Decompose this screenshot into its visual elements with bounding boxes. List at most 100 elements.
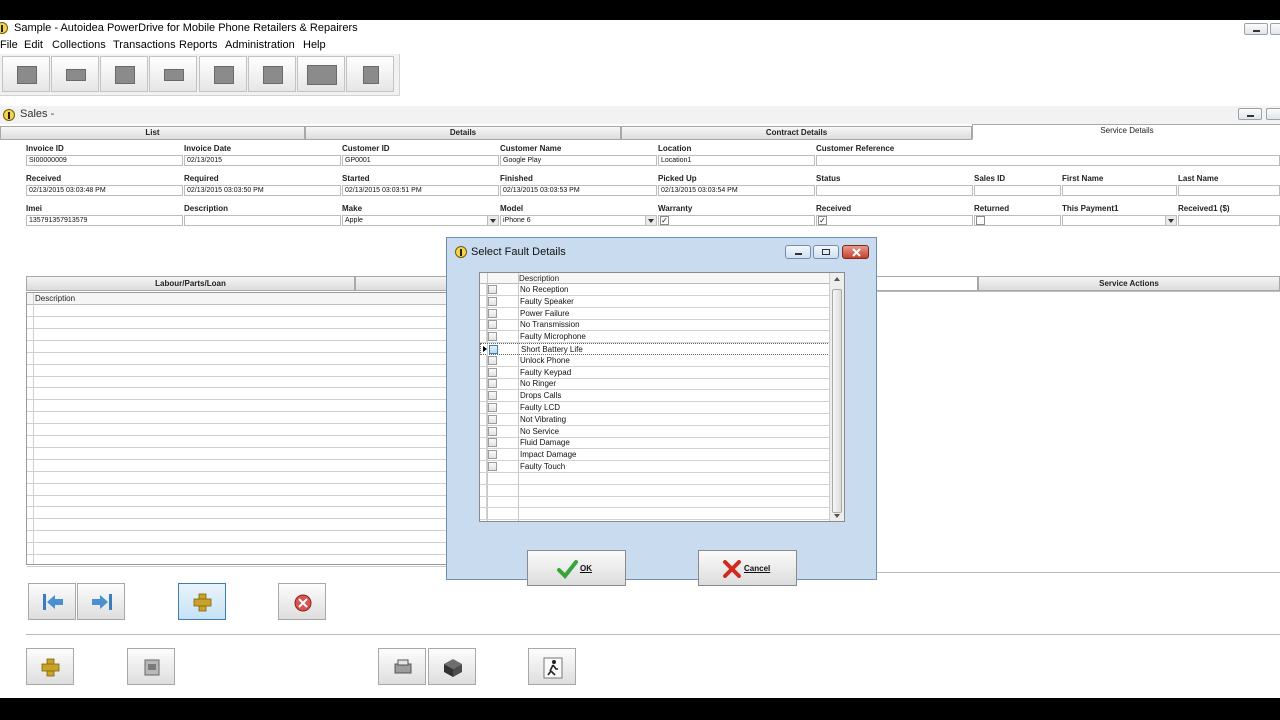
fault-checkbox[interactable] xyxy=(488,285,497,294)
tab-service-actions[interactable]: Service Actions xyxy=(978,276,1280,291)
customer-reference-field[interactable] xyxy=(816,155,1280,166)
picked-up-field[interactable]: 02/13/2015 03:03:54 PM xyxy=(658,185,815,196)
make-dropdown-arrow-icon[interactable] xyxy=(487,216,498,225)
fault-checkbox[interactable] xyxy=(488,296,497,306)
fault-row[interactable]: Faulty Keypad xyxy=(480,366,830,379)
fault-checkbox[interactable] xyxy=(488,379,497,389)
menu-file[interactable]: File xyxy=(0,39,18,51)
tab-service-details[interactable]: Service Details xyxy=(972,124,1280,140)
toolbar-button-6[interactable] xyxy=(248,56,296,92)
fault-row[interactable]: Power Failure xyxy=(480,307,830,320)
sales-restore-button[interactable] xyxy=(1266,108,1280,120)
fault-row[interactable]: Short Battery Life xyxy=(480,343,830,355)
fault-row[interactable]: No Ringer xyxy=(480,378,830,391)
invoice-date-field[interactable]: 02/13/2015 xyxy=(184,155,341,166)
model-dropdown-arrow-icon[interactable] xyxy=(645,216,656,225)
scroll-thumb[interactable] xyxy=(832,289,842,513)
toolbar-button-4[interactable] xyxy=(149,56,197,92)
fault-checkbox[interactable] xyxy=(488,438,497,448)
ok-button[interactable]: OK xyxy=(527,550,626,586)
finished-field[interactable]: 02/13/2015 03:03:53 PM xyxy=(500,185,657,196)
fault-row[interactable]: Not Vibrating xyxy=(480,413,830,426)
required-field[interactable]: 02/13/2015 03:03:50 PM xyxy=(184,185,341,196)
make-dropdown[interactable]: Apple xyxy=(342,215,499,226)
tab-hidden-middle[interactable] xyxy=(355,276,448,291)
toolbar-button-2[interactable] xyxy=(51,56,99,92)
invoice-id-field[interactable]: SI00000009 xyxy=(26,155,183,166)
last-name-field[interactable] xyxy=(1178,185,1280,196)
fault-row[interactable]: Faulty Touch xyxy=(480,461,830,473)
fault-row[interactable]: No Service xyxy=(480,425,830,438)
labour-parts-grid[interactable]: Description xyxy=(26,292,448,567)
scroll-down-arrow-icon[interactable] xyxy=(834,514,840,518)
fault-list[interactable]: Description No Reception Faulty Speaker Po… xyxy=(479,272,845,522)
fault-row[interactable]: No Transmission xyxy=(480,319,830,332)
toolbar-button-8[interactable] xyxy=(346,56,394,92)
fault-checkbox[interactable] xyxy=(489,345,498,354)
exit-button[interactable] xyxy=(528,648,576,685)
sales-id-field[interactable] xyxy=(974,185,1061,196)
fault-row[interactable]: Faulty Microphone xyxy=(480,331,830,344)
print-button[interactable] xyxy=(378,648,426,685)
customer-id-field[interactable]: GP0001 xyxy=(342,155,499,166)
fault-row[interactable]: Fluid Damage xyxy=(480,437,830,450)
new-record-button[interactable] xyxy=(26,648,74,685)
menu-transactions[interactable]: Transactions xyxy=(113,39,176,51)
dialog-maximize-button[interactable] xyxy=(813,245,839,259)
fault-row[interactable] xyxy=(480,472,830,485)
this-payment-dropdown-arrow-icon[interactable] xyxy=(1165,216,1176,225)
toolbar-button-3[interactable] xyxy=(100,56,148,92)
dialog-minimize-button[interactable] xyxy=(785,245,811,259)
menu-administration[interactable]: Administration xyxy=(225,39,295,51)
toolbar-button-5[interactable] xyxy=(199,56,247,92)
received-field[interactable]: 02/13/2015 03:03:48 PM xyxy=(26,185,183,196)
minimize-button[interactable] xyxy=(1244,23,1268,35)
toolbar-button-1[interactable] xyxy=(2,56,50,92)
received-amount-field[interactable] xyxy=(1178,215,1280,226)
received-checkbox[interactable]: ✓ xyxy=(818,216,827,225)
fault-checkbox[interactable] xyxy=(488,403,497,412)
fault-row[interactable]: Unlock Phone xyxy=(480,354,830,367)
scroll-up-arrow-icon[interactable] xyxy=(834,277,840,281)
fault-row[interactable] xyxy=(480,508,830,521)
cancel-button[interactable]: Cancel xyxy=(698,550,797,586)
warranty-checkbox[interactable]: ✓ xyxy=(660,216,669,225)
fault-row[interactable] xyxy=(480,496,830,509)
started-field[interactable]: 02/13/2015 03:03:51 PM xyxy=(342,185,499,196)
menu-collections[interactable]: Collections xyxy=(52,39,106,51)
fault-row[interactable]: Impact Damage xyxy=(480,449,830,462)
previous-record-button[interactable] xyxy=(28,583,76,620)
menu-edit[interactable]: Edit xyxy=(24,39,43,51)
description-field[interactable] xyxy=(184,215,341,226)
tab-hidden-right[interactable] xyxy=(876,276,978,291)
model-dropdown[interactable]: iPhone 6 xyxy=(500,215,657,226)
customer-name-field[interactable]: Google Play xyxy=(500,155,657,166)
fault-row[interactable] xyxy=(480,484,830,497)
tab-contract-details[interactable]: Contract Details xyxy=(621,126,972,140)
tab-labour-parts-loan[interactable]: Labour/Parts/Loan xyxy=(26,276,355,291)
fault-checkbox[interactable] xyxy=(488,462,497,471)
dialog-close-button[interactable] xyxy=(842,245,869,259)
imei-field[interactable]: 135791357913579 xyxy=(26,215,183,226)
delete-row-button[interactable] xyxy=(278,583,326,620)
sales-minimize-button[interactable] xyxy=(1238,108,1262,120)
next-record-button[interactable] xyxy=(77,583,125,620)
menu-reports[interactable]: Reports xyxy=(179,39,218,51)
fault-checkbox[interactable] xyxy=(488,391,497,401)
menu-help[interactable]: Help xyxy=(303,39,326,51)
fault-checkbox[interactable] xyxy=(488,414,497,424)
fault-checkbox[interactable] xyxy=(488,426,497,436)
returned-checkbox[interactable] xyxy=(976,216,985,225)
maximize-button[interactable] xyxy=(1270,23,1280,35)
export-button[interactable] xyxy=(428,648,476,685)
fault-row[interactable]: Drops Calls xyxy=(480,390,830,403)
tab-details[interactable]: Details xyxy=(305,126,621,140)
fault-row[interactable]: No Reception xyxy=(480,284,830,296)
tab-list[interactable]: List xyxy=(0,126,305,140)
status-field[interactable] xyxy=(816,185,973,196)
this-payment-dropdown[interactable] xyxy=(1062,215,1177,226)
fault-list-scrollbar[interactable] xyxy=(829,273,844,521)
fault-row[interactable]: Faulty LCD xyxy=(480,402,830,414)
fault-checkbox[interactable] xyxy=(488,308,497,318)
first-name-field[interactable] xyxy=(1062,185,1177,196)
